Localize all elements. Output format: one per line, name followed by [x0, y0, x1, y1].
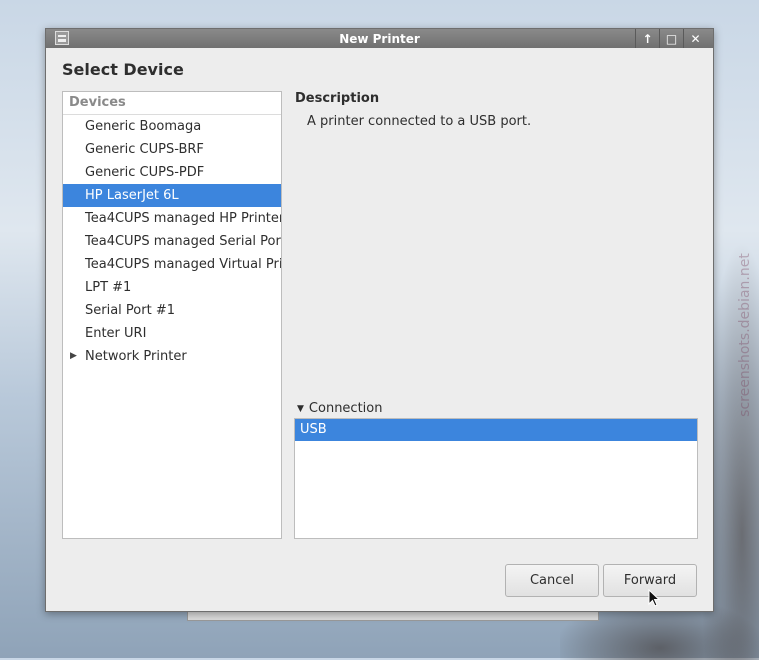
- device-label: Generic CUPS-BRF: [85, 142, 204, 157]
- device-label: Enter URI: [85, 326, 147, 341]
- description-label: Description: [295, 91, 380, 106]
- device-list-item[interactable]: Tea4CUPS managed Serial Port: [63, 230, 281, 253]
- device-list-item[interactable]: Generic Boomaga: [63, 115, 281, 138]
- device-list-item[interactable]: Generic CUPS-PDF: [63, 161, 281, 184]
- device-label: Generic Boomaga: [85, 119, 202, 134]
- printer-icon[interactable]: [55, 31, 69, 45]
- connection-label: Connection: [308, 401, 383, 416]
- cancel-button[interactable]: Cancel: [505, 564, 599, 597]
- device-label: Tea4CUPS managed Virtual Printer: [85, 257, 282, 272]
- device-label: Generic CUPS-PDF: [85, 165, 205, 180]
- device-label: Serial Port #1: [85, 303, 175, 318]
- description-text: A printer connected to a USB port.: [307, 114, 532, 129]
- device-list-item[interactable]: Enter URI: [63, 322, 281, 345]
- titlebar-maximize-button[interactable]: □: [659, 29, 683, 48]
- new-printer-dialog: New Printer ↑ □ ✕ Select Device Devices Ge…: [45, 28, 714, 612]
- devices-list[interactable]: Devices Generic Boomaga Generic CUPS-BRF G…: [62, 91, 282, 539]
- titlebar-up-button[interactable]: ↑: [635, 29, 659, 48]
- page-title: Select Device: [62, 60, 184, 79]
- device-list-item[interactable]: Tea4CUPS managed HP Printer: [63, 207, 281, 230]
- titlebar[interactable]: New Printer ↑ □ ✕: [46, 29, 713, 48]
- titlebar-buttons: ↑ □ ✕: [635, 29, 707, 48]
- connection-list[interactable]: USB: [294, 418, 698, 539]
- device-label: Network Printer: [85, 349, 187, 364]
- device-label: LPT #1: [85, 280, 132, 295]
- device-list-item[interactable]: Generic CUPS-BRF: [63, 138, 281, 161]
- device-label: Tea4CUPS managed Serial Port: [85, 234, 282, 249]
- mouse-pointer-icon: [648, 589, 661, 607]
- connection-list-item[interactable]: USB: [295, 419, 697, 441]
- device-list-item[interactable]: ▶ Network Printer: [63, 345, 281, 368]
- device-label: Tea4CUPS managed HP Printer: [85, 211, 282, 226]
- triangle-down-icon: ▼: [297, 403, 304, 414]
- window-title: New Printer: [339, 31, 420, 46]
- device-list-item[interactable]: Tea4CUPS managed Virtual Printer: [63, 253, 281, 276]
- device-list-item[interactable]: HP LaserJet 6L: [63, 184, 281, 207]
- device-list-item[interactable]: Serial Port #1: [63, 299, 281, 322]
- watermark: screenshots.debian.net: [737, 253, 754, 417]
- devices-column-header[interactable]: Devices: [63, 92, 281, 115]
- device-label: HP LaserJet 6L: [85, 188, 179, 203]
- titlebar-close-button[interactable]: ✕: [683, 29, 707, 48]
- device-list-item[interactable]: LPT #1: [63, 276, 281, 299]
- triangle-right-icon[interactable]: ▶: [70, 345, 77, 368]
- connection-expander[interactable]: ▼ Connection: [297, 401, 382, 416]
